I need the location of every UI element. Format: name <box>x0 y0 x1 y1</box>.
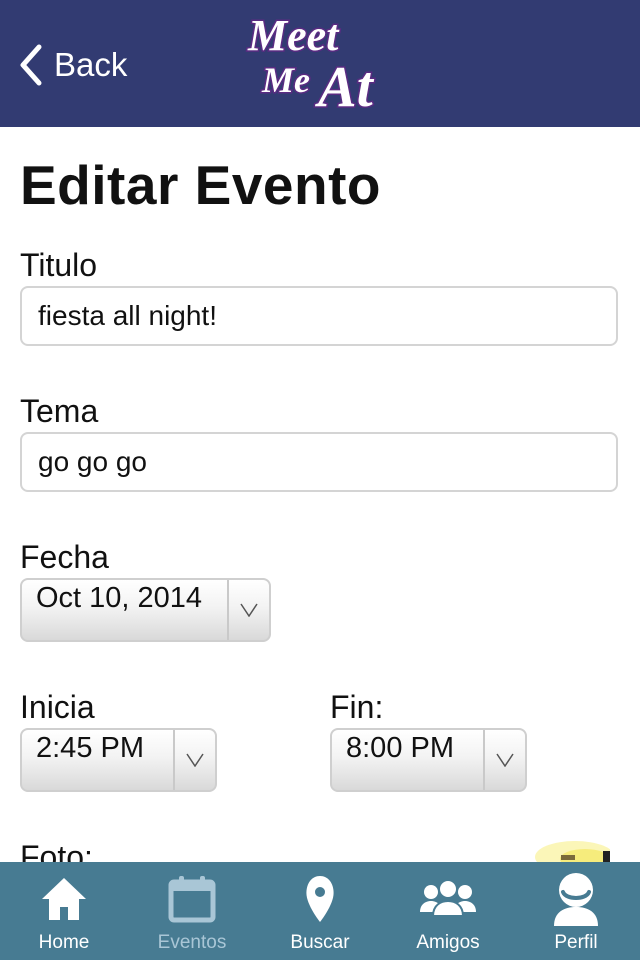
back-button[interactable]: Back <box>18 40 127 90</box>
tab-buscar[interactable]: Buscar <box>256 862 384 960</box>
calendar-icon <box>168 876 216 923</box>
tab-amigos[interactable]: Amigos <box>384 862 512 960</box>
tab-eventos[interactable]: Eventos <box>128 862 256 960</box>
tab-perfil-label: Perfil <box>554 932 598 953</box>
chevron-down-icon <box>483 730 525 790</box>
tema-input[interactable] <box>20 432 618 492</box>
tab-perfil[interactable]: Perfil <box>512 862 640 960</box>
foto-label: Foto: <box>20 839 93 862</box>
back-label: Back <box>54 46 128 83</box>
page-title: Editar Evento <box>20 154 382 216</box>
inicia-select[interactable]: 2:45 PM <box>20 728 217 792</box>
edit-event-form: Editar Evento Titulo Tema Fecha Oct 10, … <box>0 127 640 862</box>
profile-icon <box>554 873 598 926</box>
fecha-select[interactable]: Oct 10, 2014 <box>20 578 271 642</box>
chevron-down-icon <box>227 580 269 640</box>
home-icon <box>42 878 86 920</box>
header-bar: Back Meet Me At <box>0 0 640 127</box>
logo-text-me: Me <box>261 60 310 100</box>
fecha-label: Fecha <box>20 539 109 575</box>
inicia-label: Inicia <box>20 689 95 725</box>
event-photo-thumbnail[interactable] <box>505 835 610 862</box>
fecha-value: Oct 10, 2014 <box>36 582 203 614</box>
bottom-tab-bar: Home Eventos Buscar Amigos Perfil <box>0 862 640 960</box>
tab-home-label: Home <box>38 932 90 953</box>
logo-text-at: At <box>315 54 375 118</box>
fin-value: 8:00 PM <box>346 732 454 764</box>
friends-icon <box>420 879 476 917</box>
meet-me-at-logo: Meet Me At <box>246 10 377 119</box>
fin-select[interactable]: 8:00 PM <box>330 728 527 792</box>
map-pin-icon <box>306 876 334 922</box>
fin-label: Fin: <box>330 689 384 725</box>
tab-buscar-label: Buscar <box>290 932 350 953</box>
tab-eventos-label: Eventos <box>157 932 227 953</box>
logo-text-meet: Meet <box>247 11 340 60</box>
titulo-input[interactable] <box>20 286 618 346</box>
tema-label: Tema <box>20 393 99 429</box>
chevron-left-icon <box>20 44 42 86</box>
tab-amigos-label: Amigos <box>416 932 480 953</box>
inicia-value: 2:45 PM <box>36 732 144 764</box>
tab-home[interactable]: Home <box>0 862 128 960</box>
chevron-down-icon <box>173 730 215 790</box>
titulo-label: Titulo <box>20 247 98 283</box>
